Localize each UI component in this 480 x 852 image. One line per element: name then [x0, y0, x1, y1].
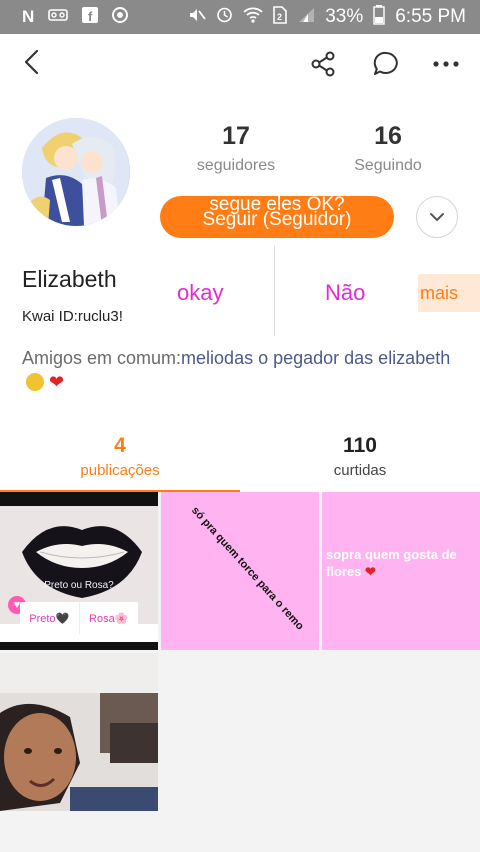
poll-option-rosa: Rosa🌸 [78, 602, 139, 634]
more-icon [433, 61, 459, 67]
svg-text:f: f [88, 9, 93, 23]
post-thumbnail-remo[interactable]: só pra quem torce para o remo [161, 492, 319, 650]
n-notification-icon: N [22, 7, 35, 26]
mutual-friends: Amigos em comum:meliodas o pegador das e… [22, 346, 462, 394]
chat-icon [373, 51, 398, 75]
chrome-icon [112, 6, 129, 28]
profile-header: 17 seguidores 16 Seguindo segue eles OK?… [0, 34, 480, 454]
avatar-illustration [22, 118, 130, 226]
back-arrow-icon [24, 49, 39, 75]
back-button[interactable] [14, 44, 50, 80]
post-thumbnail-flores[interactable]: sopra quem gosta de flores ❤ [322, 492, 480, 650]
thumbnail-band [0, 642, 158, 650]
mute-icon [188, 7, 206, 28]
post-thumbnail-lips-poll[interactable]: Preto ou Rosa? ♥ Preto🖤 Rosa🌸 [0, 492, 158, 650]
suggestions-toggle-button[interactable] [416, 196, 458, 238]
mutual-friends-link[interactable]: meliodas o pegador das elizabeth [181, 348, 450, 368]
profile-tabs: 4 publicações 110 curtidas [0, 422, 480, 492]
heart-emoji-icon: ❤ [365, 564, 376, 579]
signal-icon [297, 7, 315, 28]
divider [274, 246, 275, 336]
poll-option-okay[interactable]: okay [177, 280, 223, 306]
avatar[interactable] [22, 118, 130, 226]
following-label: Seguindo [354, 157, 422, 174]
clock-text: 6:55 PM [395, 6, 466, 27]
battery-level-text: 33% [325, 6, 364, 27]
wifi-icon [243, 7, 263, 28]
smirk-emoji-icon [26, 373, 44, 391]
kwai-id: Kwai ID:ruclu3! [22, 308, 123, 325]
share-icon [311, 51, 335, 77]
alarm-icon [216, 6, 233, 28]
following-stat[interactable]: 16 Seguindo [346, 122, 430, 175]
share-button[interactable] [306, 46, 342, 82]
tab-publicacoes[interactable]: 4 publicações [0, 422, 240, 492]
publicacoes-count: 4 [114, 434, 126, 457]
curtidas-label: curtidas [333, 462, 387, 479]
more-button[interactable]: mais [418, 274, 480, 312]
post-caption-text: sopra quem gosta de flores [326, 547, 457, 579]
post-caption: sopra quem gosta de flores ❤ [326, 546, 476, 580]
publicacoes-label: publicações [80, 462, 160, 479]
followers-count: 17 [222, 122, 250, 150]
post-caption: só pra quem torce para o remo [189, 504, 306, 633]
posts-grid: Preto ou Rosa? ♥ Preto🖤 Rosa🌸 só pra que… [0, 492, 480, 812]
mutual-prefix: Amigos em comum: [22, 348, 182, 368]
sim-icon: 2 [273, 5, 288, 29]
message-button[interactable] [368, 46, 404, 82]
followers-stat[interactable]: 17 seguidores [194, 122, 278, 175]
facebook-icon: f [82, 6, 99, 28]
follow-button-label: Seguir (Seguidor) [202, 209, 352, 230]
svg-text:2: 2 [277, 12, 282, 22]
follow-button[interactable]: segue eles OK? Seguir (Seguidor) [160, 196, 394, 238]
status-bar: N f 2 33% 6:55 PM [0, 0, 480, 34]
more-options-button[interactable] [428, 46, 464, 82]
poll-option-nao[interactable]: Não [325, 280, 365, 306]
heart-emoji-icon: ❤ [49, 372, 65, 392]
battery-icon [373, 4, 385, 30]
following-count: 16 [374, 122, 402, 150]
chevron-down-icon [430, 213, 444, 222]
child-selfie-image [0, 653, 158, 811]
poll-question: Preto ou Rosa? [44, 580, 114, 591]
post-thumbnail-video[interactable] [0, 653, 158, 811]
thumbnail-band [0, 492, 158, 506]
followers-label: seguidores [196, 157, 276, 174]
curtidas-count: 110 [343, 434, 377, 457]
more-label: mais [420, 282, 459, 303]
tab-curtidas[interactable]: 110 curtidas [240, 422, 480, 492]
voicemail-icon [48, 7, 69, 27]
poll-options: Preto🖤 Rosa🌸 [20, 602, 138, 634]
poll-option-preto: Preto🖤 [29, 612, 70, 625]
profile-name: Elizabeth [22, 266, 117, 292]
